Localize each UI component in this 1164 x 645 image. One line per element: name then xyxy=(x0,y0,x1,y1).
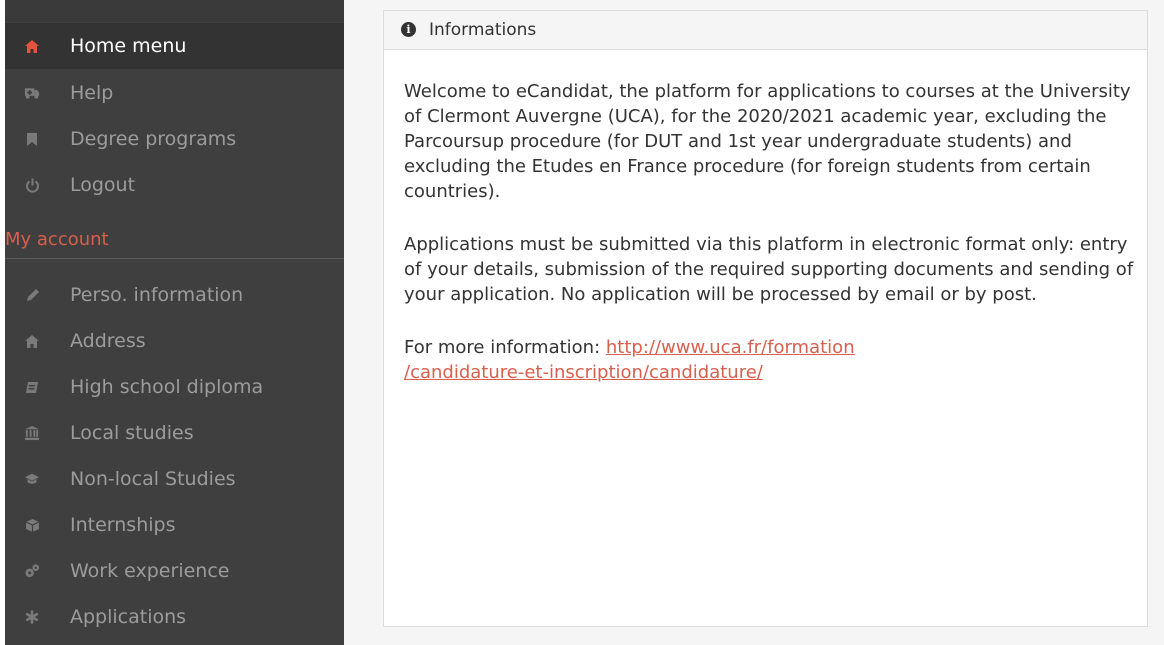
info-icon: i xyxy=(401,22,416,37)
sidebar-item-label: Help xyxy=(70,82,114,104)
sidebar-item-help[interactable]: Help xyxy=(5,70,344,116)
sidebar-item-label: Logout xyxy=(70,174,136,196)
panel-title: Informations xyxy=(429,20,537,40)
submission-paragraph: Applications must be submitted via this … xyxy=(404,234,1134,305)
sidebar-item-label: Home menu xyxy=(70,35,187,57)
sidebar-item-work-experience[interactable]: Work experience xyxy=(5,548,344,594)
sidebar-item-label: High school diploma xyxy=(70,376,264,398)
sidebar-item-label: Address xyxy=(70,330,146,352)
more-info-link-part1: http://www.uca.fr/formation xyxy=(605,337,855,358)
home-icon xyxy=(24,333,40,349)
sidebar-top-strip xyxy=(5,0,344,22)
more-info-link-part2: /candidature-et-inscription/candidature/ xyxy=(404,362,763,383)
sidebar: Home menu Help Degree programs Logout My… xyxy=(5,0,344,645)
informations-panel: i Informations Welcome to eCandidat, the… xyxy=(383,10,1148,627)
sidebar-item-local-studies[interactable]: Local studies xyxy=(5,410,344,456)
more-info-label: For more information: xyxy=(404,337,601,358)
asterisk-icon xyxy=(24,609,40,625)
bookmark-icon xyxy=(24,131,40,147)
institution-icon xyxy=(24,425,40,441)
panel-header: i Informations xyxy=(384,11,1147,50)
section-divider xyxy=(5,258,344,259)
book-icon xyxy=(24,379,40,395)
sidebar-item-applications[interactable]: Applications xyxy=(5,594,344,640)
home-icon xyxy=(24,38,40,54)
sidebar-item-label: Work experience xyxy=(70,560,230,582)
sidebar-item-high-school-diploma[interactable]: High school diploma xyxy=(5,364,344,410)
cube-icon xyxy=(24,517,40,533)
ambulance-icon xyxy=(24,85,40,101)
sidebar-item-logout[interactable]: Logout xyxy=(5,162,344,208)
pencil-icon xyxy=(24,287,40,303)
sidebar-item-perso-information[interactable]: Perso. information xyxy=(5,272,344,318)
sidebar-item-degree-programs[interactable]: Degree programs xyxy=(5,116,344,162)
section-title-label: My account xyxy=(5,229,109,250)
sidebar-item-label: Applications xyxy=(70,606,187,628)
sidebar-item-label: Internships xyxy=(70,514,176,536)
sidebar-item-label: Perso. information xyxy=(70,284,244,306)
sidebar-item-internships[interactable]: Internships xyxy=(5,502,344,548)
welcome-paragraph: Welcome to eCandidat, the platform for a… xyxy=(404,81,1131,202)
sidebar-item-label: Non-local Studies xyxy=(70,468,236,490)
sidebar-item-label: Degree programs xyxy=(70,128,237,150)
cogs-icon xyxy=(24,563,40,579)
panel-body: Welcome to eCandidat, the platform for a… xyxy=(404,79,1134,413)
sidebar-item-non-local-studies[interactable]: Non-local Studies xyxy=(5,456,344,502)
sidebar-item-label: Local studies xyxy=(70,422,194,444)
power-icon xyxy=(24,177,40,193)
sidebar-item-home-menu[interactable]: Home menu xyxy=(5,23,344,69)
graduation-cap-icon xyxy=(24,471,40,487)
section-title-my-account: My account xyxy=(5,224,344,260)
more-info-paragraph: For more information: http://www.uca.fr/… xyxy=(404,335,1134,385)
sidebar-item-address[interactable]: Address xyxy=(5,318,344,364)
